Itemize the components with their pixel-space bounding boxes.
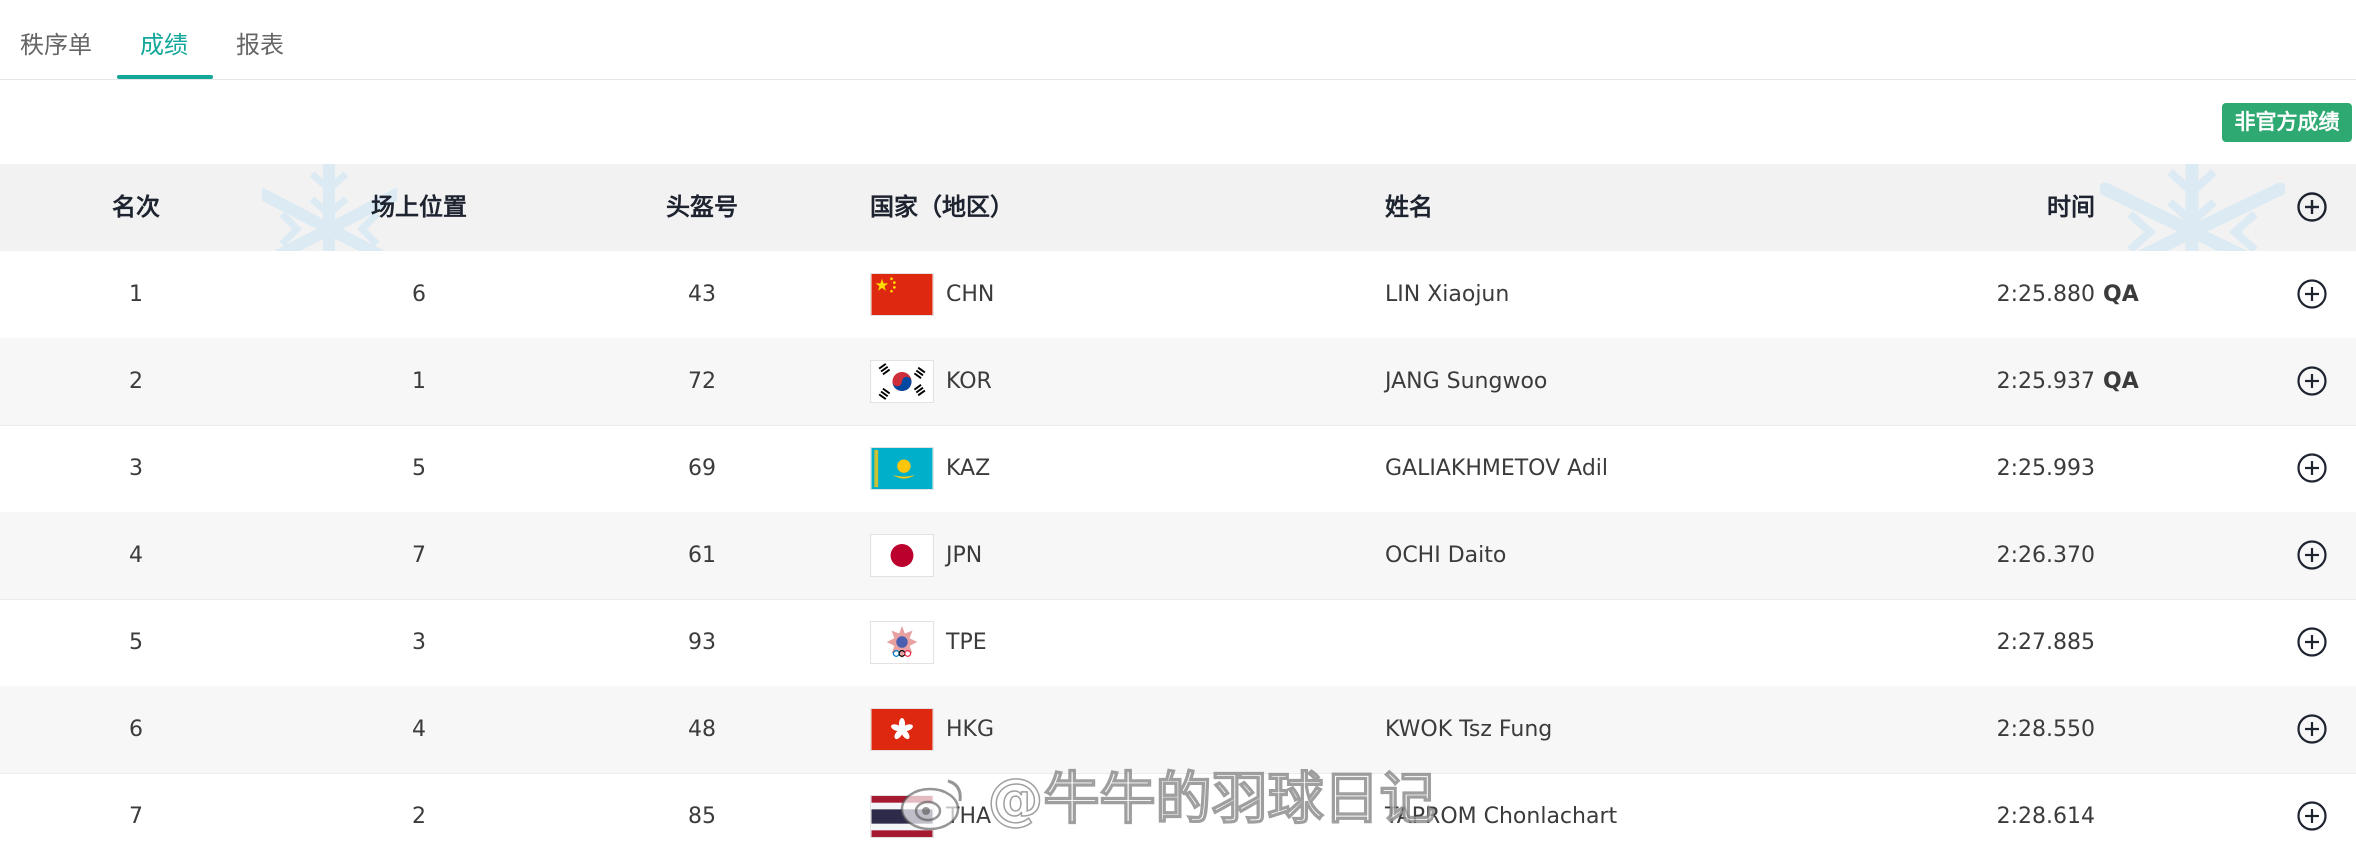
time-cell: 2:27.885 bbox=[1996, 630, 2095, 655]
snowflake-decoration-icon bbox=[2100, 164, 2285, 251]
expand-row-plus-icon[interactable] bbox=[2296, 800, 2328, 832]
qualification-mark bbox=[2103, 512, 2163, 599]
expand-row-plus-icon[interactable] bbox=[2296, 539, 2328, 571]
time-cell: 2:28.550 bbox=[1996, 717, 2095, 742]
china-flag-icon bbox=[870, 273, 934, 316]
bib-cell: 61 bbox=[688, 543, 716, 568]
rank-cell: 5 bbox=[129, 630, 143, 655]
table-row[interactable]: 4 7 61 JPN OCHI Daito 2:26.370 bbox=[0, 512, 2356, 600]
rank-cell: 2 bbox=[129, 369, 143, 394]
position-cell: 4 bbox=[412, 717, 426, 742]
position-cell: 1 bbox=[412, 369, 426, 394]
expand-row-plus-icon[interactable] bbox=[2296, 452, 2328, 484]
qualification-mark: QA bbox=[2103, 282, 2139, 307]
table-row[interactable]: 2 1 72 KOR JANG Sungwoo 2:25.937 QA bbox=[0, 338, 2356, 426]
position-cell: 7 bbox=[412, 543, 426, 568]
rank-cell: 4 bbox=[129, 543, 143, 568]
table-row[interactable]: 3 5 69 KAZ GALIAKHMETOV Adil 2:25.993 bbox=[0, 425, 2356, 513]
athlete-name: TAPROM Chonlachart bbox=[1385, 804, 1618, 829]
noc-code: KOR bbox=[946, 369, 992, 394]
active-tab-indicator bbox=[117, 75, 213, 79]
weibo-logo-icon bbox=[900, 779, 962, 831]
tab-reports[interactable]: 报表 bbox=[236, 24, 284, 66]
table-header: 名次 场上位置 头盔号 国家（地区） 姓名 时间 bbox=[0, 164, 2356, 251]
tab-results[interactable]: 成绩 bbox=[140, 24, 188, 66]
qualification-mark bbox=[2103, 599, 2163, 686]
athlete-name: OCHI Daito bbox=[1385, 543, 1507, 568]
time-cell: 2:25.937 bbox=[1996, 369, 2095, 394]
bib-cell: 93 bbox=[688, 630, 716, 655]
column-header-time: 时间 bbox=[2047, 193, 2095, 221]
noc-code: KAZ bbox=[946, 456, 991, 481]
athlete-name bbox=[1385, 599, 1985, 686]
expand-row-plus-icon[interactable] bbox=[2296, 278, 2328, 310]
expand-row-plus-icon[interactable] bbox=[2296, 365, 2328, 397]
qualification-mark bbox=[2103, 425, 2163, 512]
results-page: 秩序单 成绩 报表 非官方成绩 名次 场上位置 头盔号 国家（地区） 姓名 时间… bbox=[0, 0, 2356, 859]
table-row[interactable]: 1 6 43 CHN LIN Xiaojun 2:25.880 QA bbox=[0, 251, 2356, 339]
korea-flag-icon bbox=[870, 360, 934, 403]
time-cell: 2:25.880 bbox=[1996, 282, 2095, 307]
bib-cell: 69 bbox=[688, 456, 716, 481]
athlete-name: JANG Sungwoo bbox=[1385, 369, 1548, 394]
watermark-text: @牛牛的羽球日记 bbox=[987, 766, 1437, 833]
column-header-position: 场上位置 bbox=[371, 193, 467, 221]
rank-cell: 1 bbox=[129, 282, 143, 307]
watermark: @牛牛的羽球日记 bbox=[898, 760, 1436, 840]
expand-all-plus-icon[interactable] bbox=[2296, 191, 2328, 223]
bib-cell: 85 bbox=[688, 804, 716, 829]
rank-cell: 6 bbox=[129, 717, 143, 742]
tab-start-list[interactable]: 秩序单 bbox=[20, 24, 92, 66]
athlete-name: GALIAKHMETOV Adil bbox=[1385, 456, 1609, 481]
hong-kong-flag-icon bbox=[870, 708, 934, 751]
column-header-name: 姓名 bbox=[1385, 193, 1433, 221]
expand-row-plus-icon[interactable] bbox=[2296, 713, 2328, 745]
bib-cell: 43 bbox=[688, 282, 716, 307]
expand-row-plus-icon[interactable] bbox=[2296, 626, 2328, 658]
bib-cell: 72 bbox=[688, 369, 716, 394]
rank-cell: 7 bbox=[129, 804, 143, 829]
qualification-mark bbox=[2103, 686, 2163, 773]
noc-code: CHN bbox=[946, 282, 995, 307]
tab-bar: 秩序单 成绩 报表 bbox=[0, 0, 2356, 80]
qualification-mark: QA bbox=[2103, 369, 2139, 394]
position-cell: 2 bbox=[412, 804, 426, 829]
time-cell: 2:28.614 bbox=[1996, 804, 2095, 829]
position-cell: 3 bbox=[412, 630, 426, 655]
column-header-nation: 国家（地区） bbox=[870, 193, 1014, 221]
time-cell: 2:26.370 bbox=[1996, 543, 2095, 568]
qualification-mark bbox=[2103, 773, 2163, 859]
time-cell: 2:25.993 bbox=[1996, 456, 2095, 481]
japan-flag-icon bbox=[870, 534, 934, 577]
chinese-taipei-flag-icon bbox=[870, 621, 934, 664]
rank-cell: 3 bbox=[129, 456, 143, 481]
table-row[interactable]: 5 3 93 TPE 2:27.885 bbox=[0, 599, 2356, 687]
bib-cell: 48 bbox=[688, 717, 716, 742]
column-header-rank: 名次 bbox=[112, 193, 160, 221]
kazakhstan-flag-icon bbox=[870, 447, 934, 490]
position-cell: 5 bbox=[412, 456, 426, 481]
noc-code: TPE bbox=[946, 630, 987, 655]
column-header-bib: 头盔号 bbox=[666, 193, 738, 221]
unofficial-results-badge: 非官方成绩 bbox=[2222, 103, 2352, 142]
noc-code: JPN bbox=[946, 543, 983, 568]
athlete-name: KWOK Tsz Fung bbox=[1385, 717, 1553, 742]
athlete-name: LIN Xiaojun bbox=[1385, 282, 1510, 307]
position-cell: 6 bbox=[412, 282, 426, 307]
